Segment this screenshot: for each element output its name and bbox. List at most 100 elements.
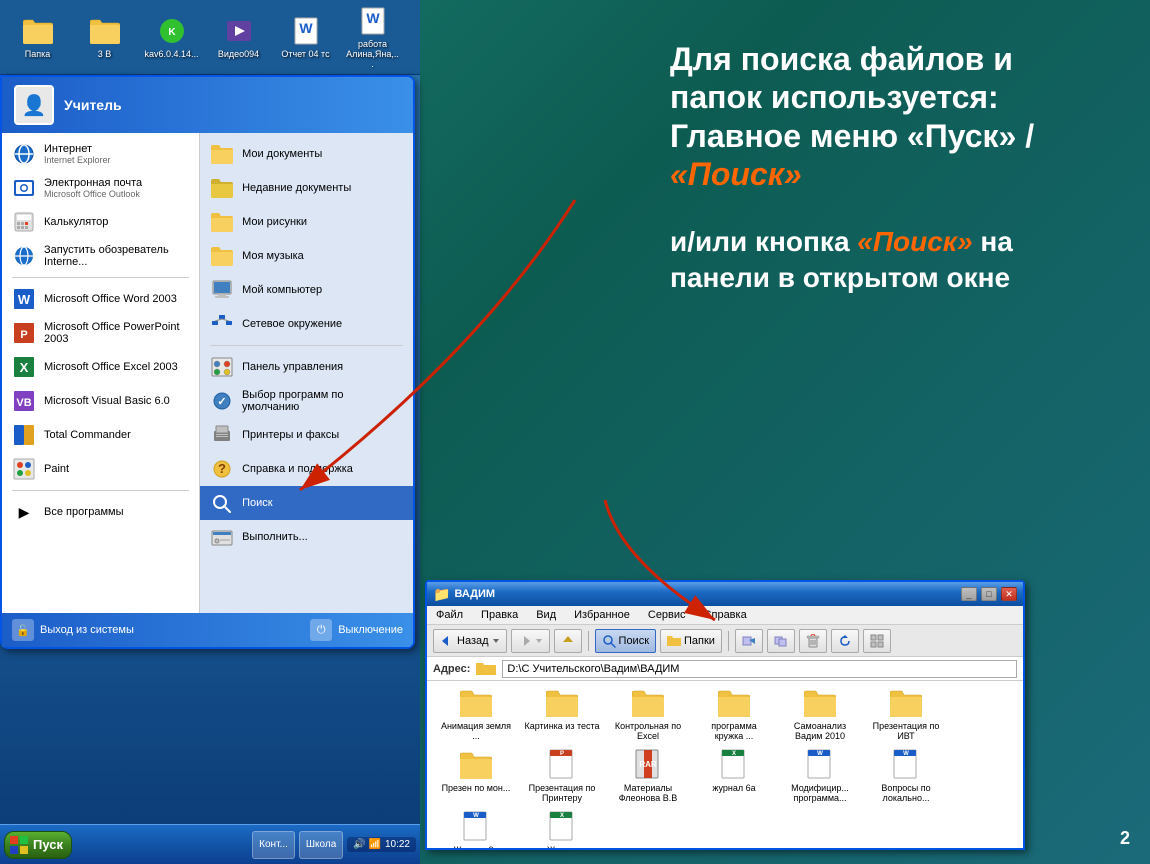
btn-copy[interactable] bbox=[767, 629, 795, 653]
excel-zhurnal6a-icon: X bbox=[718, 749, 750, 781]
folder-prezivt-icon bbox=[890, 687, 922, 719]
btn-undo[interactable] bbox=[831, 629, 859, 653]
btn-folders[interactable]: Папки bbox=[660, 629, 722, 653]
btn-delete[interactable]: ✕ bbox=[799, 629, 827, 653]
taskbar-btn-kont[interactable]: Конт... bbox=[252, 831, 295, 859]
network-icon bbox=[210, 312, 234, 336]
minimize-button[interactable]: _ bbox=[961, 587, 977, 601]
file-item-prezi-printer[interactable]: P Презентация по Принтеру bbox=[523, 749, 601, 803]
icon-label-3v: 3 В bbox=[98, 49, 112, 59]
menu-tools[interactable]: Сервис bbox=[645, 608, 689, 622]
menu-item-calc[interactable]: Калькулятор bbox=[2, 205, 199, 239]
menu-right-pictures[interactable]: Мои рисунки bbox=[200, 205, 413, 239]
icon-label-folder: Папка bbox=[25, 49, 51, 59]
file-item-zhurnal9a[interactable]: W Журнал 9а bbox=[437, 811, 515, 849]
address-field[interactable] bbox=[502, 660, 1017, 678]
recent-docs-label: Недавние документы bbox=[242, 182, 351, 194]
file-item-kontrolnaya[interactable]: Контрольная по Excel bbox=[609, 687, 687, 741]
file-item-zhurn-last[interactable]: X Журн... bbox=[523, 811, 601, 849]
menu-item-ie[interactable]: Интернет Internet Explorer bbox=[2, 137, 199, 171]
menu-separator-2 bbox=[12, 490, 189, 491]
menu-favorites[interactable]: Избранное bbox=[571, 608, 633, 622]
maximize-button[interactable]: □ bbox=[981, 587, 997, 601]
menu-right-default-programs[interactable]: ✓ Выбор программ по умолчанию bbox=[200, 384, 413, 418]
menu-right-network[interactable]: Сетевое окружение bbox=[200, 307, 413, 341]
btn-forward[interactable] bbox=[511, 629, 550, 653]
menu-right-music[interactable]: Моя музыка bbox=[200, 239, 413, 273]
file-item-animaciya[interactable]: Анимация земля ... bbox=[437, 687, 515, 741]
file-item-voprosy[interactable]: W Вопросы по локально... bbox=[867, 749, 945, 803]
menu-calc-label: Калькулятор bbox=[44, 216, 189, 228]
menu-item-paint[interactable]: Paint bbox=[2, 452, 199, 486]
menu-tc-label: Total Commander bbox=[44, 429, 189, 441]
desktop-icon-otchet[interactable]: W Отчет 04 тс bbox=[278, 15, 333, 59]
menu-edit[interactable]: Правка bbox=[478, 608, 521, 622]
menu-item-tc[interactable]: Total Commander bbox=[2, 418, 199, 452]
menu-item-excel[interactable]: X Microsoft Office Excel 2003 bbox=[2, 350, 199, 384]
btn-move[interactable] bbox=[735, 629, 763, 653]
folder-programma-icon bbox=[718, 687, 750, 719]
file-item-materialy[interactable]: RAR Материалы Флеонова В.В bbox=[609, 749, 687, 803]
word-zhurnal9a-icon: W bbox=[460, 811, 492, 843]
menu-right-search[interactable]: Поиск bbox=[200, 486, 413, 520]
btn-views[interactable] bbox=[863, 629, 891, 653]
file-item-modifitsir[interactable]: W Модифицир... программа... bbox=[781, 749, 859, 803]
menu-right-controlpanel[interactable]: Панель управления bbox=[200, 350, 413, 384]
file-item-prezivt[interactable]: Презентация по ИВТ bbox=[867, 687, 945, 741]
tray-icons: 🔊 📶 bbox=[353, 839, 381, 850]
menu-right-my-docs[interactable]: Мои документы bbox=[200, 137, 413, 171]
start-menu-header: 👤 Учитель bbox=[2, 77, 413, 133]
menu-right-mycomputer[interactable]: Мой компьютер bbox=[200, 273, 413, 307]
menu-outlook-label: Электронная почта Microsoft Office Outlo… bbox=[44, 177, 189, 199]
desktop-icon-kav[interactable]: K kav6.0.4.14... bbox=[144, 15, 199, 59]
paint-icon bbox=[12, 457, 36, 481]
my-docs-icon bbox=[210, 142, 234, 166]
svg-text:VB: VB bbox=[16, 397, 31, 409]
file-item-prezi-mon[interactable]: Презен по мон... bbox=[437, 749, 515, 803]
search-label: Поиск bbox=[242, 497, 272, 509]
desktop-icon-3v[interactable]: 3 В bbox=[77, 15, 132, 59]
file-label-animaciya: Анимация земля ... bbox=[438, 721, 514, 741]
menu-right-printers[interactable]: Принтеры и факсы bbox=[200, 418, 413, 452]
menu-item-browser[interactable]: Запустить обозреватель Interne... bbox=[2, 239, 199, 273]
file-item-samoanaliz[interactable]: Самоанализ Вадим 2010 bbox=[781, 687, 859, 741]
desktop-icon-video[interactable]: Видео094 bbox=[211, 15, 266, 59]
menu-help[interactable]: Справка bbox=[701, 608, 750, 622]
start-label: Пуск bbox=[33, 837, 63, 852]
btn-search[interactable]: Поиск bbox=[595, 629, 656, 653]
btn-up[interactable] bbox=[554, 629, 582, 653]
menu-file[interactable]: Файл bbox=[433, 608, 466, 622]
menu-right-sep1 bbox=[210, 345, 403, 346]
menu-item-word[interactable]: W Microsoft Office Word 2003 bbox=[2, 282, 199, 316]
menu-item-outlook[interactable]: Электронная почта Microsoft Office Outlo… bbox=[2, 171, 199, 205]
menu-item-ppt[interactable]: P Microsoft Office PowerPoint 2003 bbox=[2, 316, 199, 350]
menu-right-recent-docs[interactable]: Недавние документы bbox=[200, 171, 413, 205]
close-button[interactable]: ✕ bbox=[1001, 587, 1017, 601]
file-label-programma: программа кружка ... bbox=[696, 721, 772, 741]
word-icon: W bbox=[12, 287, 36, 311]
desktop-icon-rabota[interactable]: W работа Алина,Яна,... bbox=[345, 5, 400, 69]
menu-item-vb[interactable]: VB Microsoft Visual Basic 6.0 bbox=[2, 384, 199, 418]
address-folder-icon bbox=[476, 661, 496, 677]
btn-back[interactable]: Назад bbox=[433, 629, 507, 653]
svg-text:RAR: RAR bbox=[639, 760, 657, 769]
file-item-programma[interactable]: программа кружка ... bbox=[695, 687, 773, 741]
annotation-sub: и/или кнопка «Поиск» на панели в открыто… bbox=[670, 224, 1110, 297]
taskbar-btn-shkola[interactable]: Школа bbox=[299, 831, 343, 859]
svg-text:?: ? bbox=[218, 461, 226, 476]
menu-view[interactable]: Вид bbox=[533, 608, 559, 622]
menu-right-run[interactable]: Выполнить... bbox=[200, 520, 413, 554]
menu-right-help[interactable]: ? Справка и поддержка bbox=[200, 452, 413, 486]
music-label: Моя музыка bbox=[242, 250, 304, 262]
logout-button[interactable]: 🔓 Выход из системы bbox=[12, 619, 134, 641]
file-item-zhurnal6a[interactable]: X журнал 6а bbox=[695, 749, 773, 803]
desktop-icon-folder[interactable]: Папка bbox=[10, 15, 65, 59]
menu-ppt-label: Microsoft Office PowerPoint 2003 bbox=[44, 321, 189, 345]
explorer-title: ВАДИМ bbox=[454, 588, 957, 600]
file-item-kartinka[interactable]: Картинка из теста bbox=[523, 687, 601, 741]
user-name: Учитель bbox=[64, 97, 122, 113]
menu-item-all-programs[interactable]: ▶ Все программы bbox=[2, 495, 199, 529]
browser-icon bbox=[12, 244, 36, 268]
shutdown-button[interactable]: ⏻ Выключение bbox=[310, 619, 403, 641]
start-button[interactable]: Пуск bbox=[4, 831, 72, 859]
